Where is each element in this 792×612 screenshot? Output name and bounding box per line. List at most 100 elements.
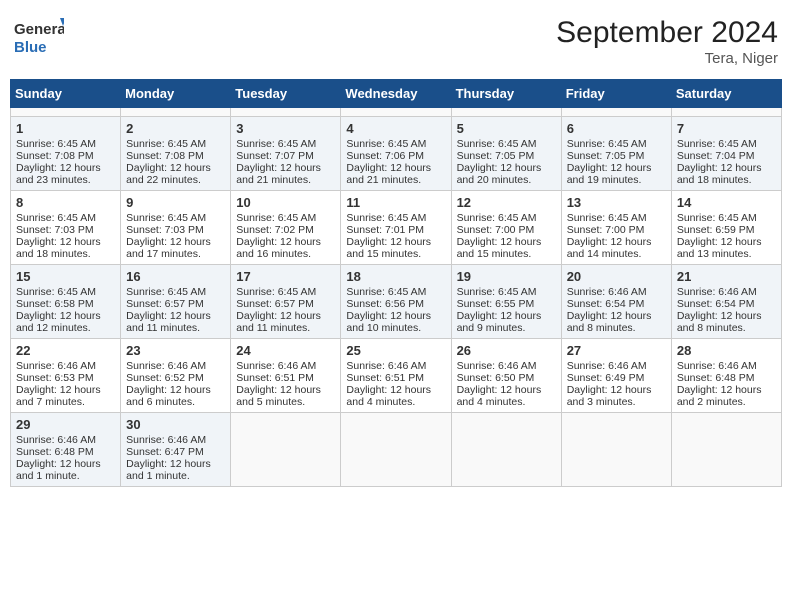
- calendar-cell: 9 Sunrise: 6:45 AMSunset: 7:03 PMDaylight…: [121, 191, 231, 265]
- day-number: 24: [236, 343, 335, 358]
- day-info: Sunrise: 6:45 AMSunset: 7:00 PMDaylight:…: [567, 212, 652, 260]
- calendar-cell: 15Sunrise: 6:45 AMSunset: 6:58 PMDayligh…: [11, 265, 121, 339]
- day-info: Sunrise: 6:45 AMSunset: 7:00 PMDaylight:…: [457, 212, 542, 260]
- day-info: Sunrise: 6:45 AMSunset: 6:57 PMDaylight:…: [236, 286, 321, 334]
- day-number: 3: [236, 121, 335, 136]
- calendar-cell: [451, 413, 561, 487]
- calendar-cell: 2 Sunrise: 6:45 AMSunset: 7:08 PMDaylight…: [121, 117, 231, 191]
- calendar-cell: [231, 413, 341, 487]
- calendar-cell: 18Sunrise: 6:45 AMSunset: 6:56 PMDayligh…: [341, 265, 451, 339]
- day-info: Sunrise: 6:45 AMSunset: 6:56 PMDaylight:…: [346, 286, 431, 334]
- day-number: 4: [346, 121, 445, 136]
- day-info: Sunrise: 6:45 AMSunset: 7:05 PMDaylight:…: [567, 138, 652, 186]
- calendar-cell: [341, 108, 451, 117]
- day-number: 2: [126, 121, 225, 136]
- day-number: 26: [457, 343, 556, 358]
- day-number: 9: [126, 195, 225, 210]
- day-number: 25: [346, 343, 445, 358]
- day-number: 20: [567, 269, 666, 284]
- day-number: 28: [677, 343, 776, 358]
- calendar-week-4: 22 Sunrise: 6:46 AMSunset: 6:53 PMDayligh…: [11, 339, 782, 413]
- day-number: 29: [16, 417, 115, 432]
- logo: General Blue: [14, 16, 64, 60]
- calendar-cell: [451, 108, 561, 117]
- weekday-header-thursday: Thursday: [451, 80, 561, 108]
- day-info: Sunrise: 6:45 AMSunset: 7:03 PMDaylight:…: [126, 212, 211, 260]
- calendar-week-0: [11, 108, 782, 117]
- calendar-table: SundayMondayTuesdayWednesdayThursdayFrid…: [10, 79, 782, 487]
- day-number: 30: [126, 417, 225, 432]
- day-info: Sunrise: 6:45 AMSunset: 7:08 PMDaylight:…: [126, 138, 211, 186]
- calendar-cell: 7Sunrise: 6:45 AMSunset: 7:04 PMDaylight…: [671, 117, 781, 191]
- calendar-cell: 27Sunrise: 6:46 AMSunset: 6:49 PMDayligh…: [561, 339, 671, 413]
- day-number: 11: [346, 195, 445, 210]
- calendar-cell: [11, 108, 121, 117]
- svg-text:Blue: Blue: [14, 39, 47, 56]
- calendar-cell: [671, 108, 781, 117]
- day-number: 6: [567, 121, 666, 136]
- calendar-cell: 6 Sunrise: 6:45 AMSunset: 7:05 PMDaylight…: [561, 117, 671, 191]
- day-info: Sunrise: 6:45 AMSunset: 6:55 PMDaylight:…: [457, 286, 542, 334]
- calendar-cell: 21 Sunrise: 6:46 AMSunset: 6:54 PMDayligh…: [671, 265, 781, 339]
- day-number: 21: [677, 269, 776, 284]
- calendar-cell: 5Sunrise: 6:45 AMSunset: 7:05 PMDaylight…: [451, 117, 561, 191]
- day-number: 16: [126, 269, 225, 284]
- day-number: 7: [677, 121, 776, 136]
- calendar-cell: [671, 413, 781, 487]
- logo-svg: General Blue: [14, 16, 64, 60]
- day-info: Sunrise: 6:46 AMSunset: 6:53 PMDaylight:…: [16, 360, 101, 408]
- svg-text:General: General: [14, 21, 64, 38]
- calendar-cell: [121, 108, 231, 117]
- day-number: 22: [16, 343, 115, 358]
- day-info: Sunrise: 6:45 AMSunset: 7:07 PMDaylight:…: [236, 138, 321, 186]
- day-number: 15: [16, 269, 115, 284]
- day-number: 13: [567, 195, 666, 210]
- day-number: 10: [236, 195, 335, 210]
- calendar-cell: 13 Sunrise: 6:45 AMSunset: 7:00 PMDayligh…: [561, 191, 671, 265]
- day-info: Sunrise: 6:46 AMSunset: 6:54 PMDaylight:…: [677, 286, 762, 334]
- page-header: General Blue September 2024 Tera, Niger: [10, 10, 782, 73]
- day-number: 19: [457, 269, 556, 284]
- calendar-week-5: 29 Sunrise: 6:46 AMSunset: 6:48 PMDayligh…: [11, 413, 782, 487]
- calendar-cell: 4Sunrise: 6:45 AMSunset: 7:06 PMDaylight…: [341, 117, 451, 191]
- calendar-week-2: 8 Sunrise: 6:45 AMSunset: 7:03 PMDaylight…: [11, 191, 782, 265]
- day-info: Sunrise: 6:46 AMSunset: 6:52 PMDaylight:…: [126, 360, 211, 408]
- day-info: Sunrise: 6:45 AMSunset: 7:03 PMDaylight:…: [16, 212, 101, 260]
- day-number: 8: [16, 195, 115, 210]
- calendar-cell: 11 Sunrise: 6:45 AMSunset: 7:01 PMDayligh…: [341, 191, 451, 265]
- day-info: Sunrise: 6:46 AMSunset: 6:54 PMDaylight:…: [567, 286, 652, 334]
- location-title: Tera, Niger: [556, 50, 778, 67]
- weekday-header-tuesday: Tuesday: [231, 80, 341, 108]
- day-info: Sunrise: 6:45 AMSunset: 7:08 PMDaylight:…: [16, 138, 101, 186]
- day-number: 27: [567, 343, 666, 358]
- calendar-cell: 24 Sunrise: 6:46 AMSunset: 6:51 PMDayligh…: [231, 339, 341, 413]
- calendar-cell: 28 Sunrise: 6:46 AMSunset: 6:48 PMDayligh…: [671, 339, 781, 413]
- day-info: Sunrise: 6:45 AMSunset: 7:01 PMDaylight:…: [346, 212, 431, 260]
- day-info: Sunrise: 6:46 AMSunset: 6:51 PMDaylight:…: [236, 360, 321, 408]
- day-info: Sunrise: 6:46 AMSunset: 6:48 PMDaylight:…: [16, 434, 101, 482]
- weekday-header-saturday: Saturday: [671, 80, 781, 108]
- calendar-cell: [561, 413, 671, 487]
- day-number: 12: [457, 195, 556, 210]
- calendar-cell: 3 Sunrise: 6:45 AMSunset: 7:07 PMDaylight…: [231, 117, 341, 191]
- day-number: 23: [126, 343, 225, 358]
- calendar-cell: 12 Sunrise: 6:45 AMSunset: 7:00 PMDayligh…: [451, 191, 561, 265]
- calendar-cell: 20 Sunrise: 6:46 AMSunset: 6:54 PMDayligh…: [561, 265, 671, 339]
- calendar-cell: 16 Sunrise: 6:45 AMSunset: 6:57 PMDayligh…: [121, 265, 231, 339]
- calendar-cell: 1 Sunrise: 6:45 AMSunset: 7:08 PMDaylight…: [11, 117, 121, 191]
- weekday-header-friday: Friday: [561, 80, 671, 108]
- day-info: Sunrise: 6:45 AMSunset: 7:02 PMDaylight:…: [236, 212, 321, 260]
- day-info: Sunrise: 6:46 AMSunset: 6:51 PMDaylight:…: [346, 360, 431, 408]
- calendar-cell: 8 Sunrise: 6:45 AMSunset: 7:03 PMDaylight…: [11, 191, 121, 265]
- day-info: Sunrise: 6:46 AMSunset: 6:48 PMDaylight:…: [677, 360, 762, 408]
- calendar-cell: [231, 108, 341, 117]
- day-number: 14: [677, 195, 776, 210]
- day-info: Sunrise: 6:45 AMSunset: 6:57 PMDaylight:…: [126, 286, 211, 334]
- calendar-cell: [341, 413, 451, 487]
- calendar-cell: 26Sunrise: 6:46 AMSunset: 6:50 PMDayligh…: [451, 339, 561, 413]
- calendar-cell: [561, 108, 671, 117]
- calendar-cell: 22 Sunrise: 6:46 AMSunset: 6:53 PMDayligh…: [11, 339, 121, 413]
- day-number: 1: [16, 121, 115, 136]
- weekday-header-row: SundayMondayTuesdayWednesdayThursdayFrid…: [11, 80, 782, 108]
- title-block: September 2024 Tera, Niger: [556, 16, 778, 67]
